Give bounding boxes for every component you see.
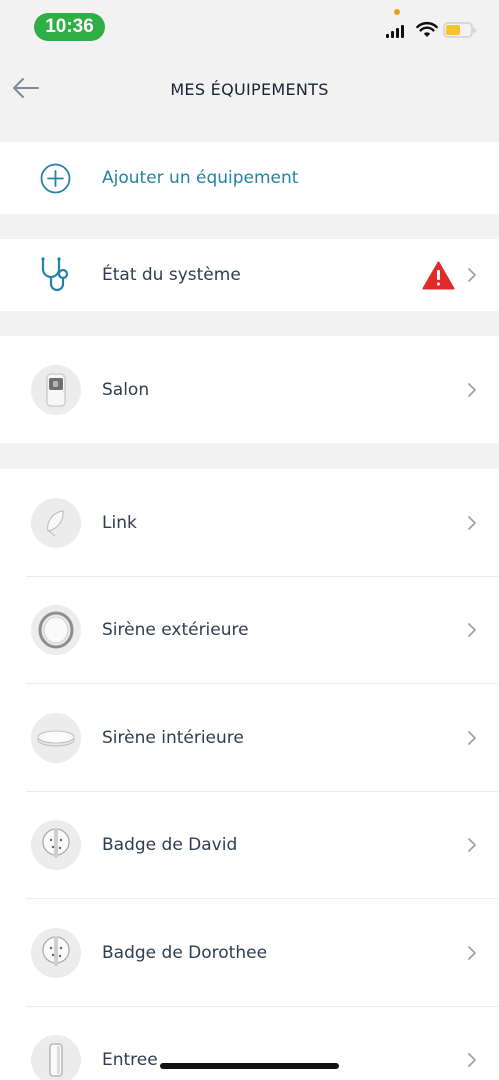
device-label: Salon	[102, 379, 150, 400]
system-status-row[interactable]: État du système	[0, 239, 499, 311]
badge-icon	[31, 820, 81, 871]
device-label: Entree	[102, 1050, 158, 1071]
chevron-right-icon	[468, 515, 476, 530]
device-label: Link	[102, 512, 137, 533]
status-time: 10:36	[34, 13, 105, 41]
add-device-button[interactable]: Ajouter un équipement	[0, 142, 499, 214]
chevron-right-icon	[468, 838, 476, 853]
chevron-right-icon	[468, 382, 476, 397]
warning-icon	[422, 261, 455, 289]
page-title: MES ÉQUIPEMENTS	[170, 80, 329, 99]
chevron-right-icon	[468, 730, 476, 745]
device-row-salon[interactable]: Salon	[0, 336, 499, 443]
indoor-siren-icon	[31, 712, 81, 763]
device-label: Badge de David	[102, 835, 238, 856]
stethoscope-icon	[41, 257, 69, 292]
link-device-icon	[31, 497, 81, 548]
page-header: MES ÉQUIPEMENTS	[0, 52, 499, 140]
add-device-card: Ajouter un équipement	[0, 142, 499, 214]
privacy-indicator-dot	[394, 9, 400, 15]
device-label: Sirène intérieure	[102, 727, 244, 748]
device-label: Sirène extérieure	[102, 620, 249, 641]
device-row-link[interactable]: Link	[0, 469, 499, 577]
system-status-label: État du système	[102, 265, 241, 285]
device-row-badge-david[interactable]: Badge de David	[0, 792, 499, 899]
door-sensor-icon	[31, 1035, 81, 1080]
chevron-right-icon	[468, 623, 476, 638]
status-bar: 10:36	[0, 0, 499, 52]
chevron-right-icon	[468, 945, 476, 960]
device-row-indoor-siren[interactable]: Sirène intérieure	[0, 684, 499, 792]
main-device-card: Salon	[0, 336, 499, 443]
badge-icon	[31, 927, 81, 978]
device-label: Badge de Dorothee	[102, 942, 268, 963]
home-indicator[interactable]	[160, 1063, 339, 1069]
device-row-badge-dorothee[interactable]: Badge de Dorothee	[0, 899, 499, 1007]
chevron-right-icon	[468, 268, 476, 282]
add-circle-icon	[40, 163, 71, 193]
chevron-right-icon	[468, 1053, 476, 1068]
device-row-outdoor-siren[interactable]: Sirène extérieure	[0, 577, 499, 684]
wifi-icon	[416, 21, 438, 37]
add-device-label: Ajouter un équipement	[102, 168, 299, 188]
outdoor-siren-icon	[31, 605, 81, 656]
devices-list: Link Sirène extérieure Sirène intérieure	[0, 469, 499, 1080]
system-status-card: État du système	[0, 239, 499, 311]
battery-icon	[443, 22, 476, 38]
camera-device-icon	[31, 364, 81, 415]
cellular-signal-icon	[386, 24, 404, 38]
